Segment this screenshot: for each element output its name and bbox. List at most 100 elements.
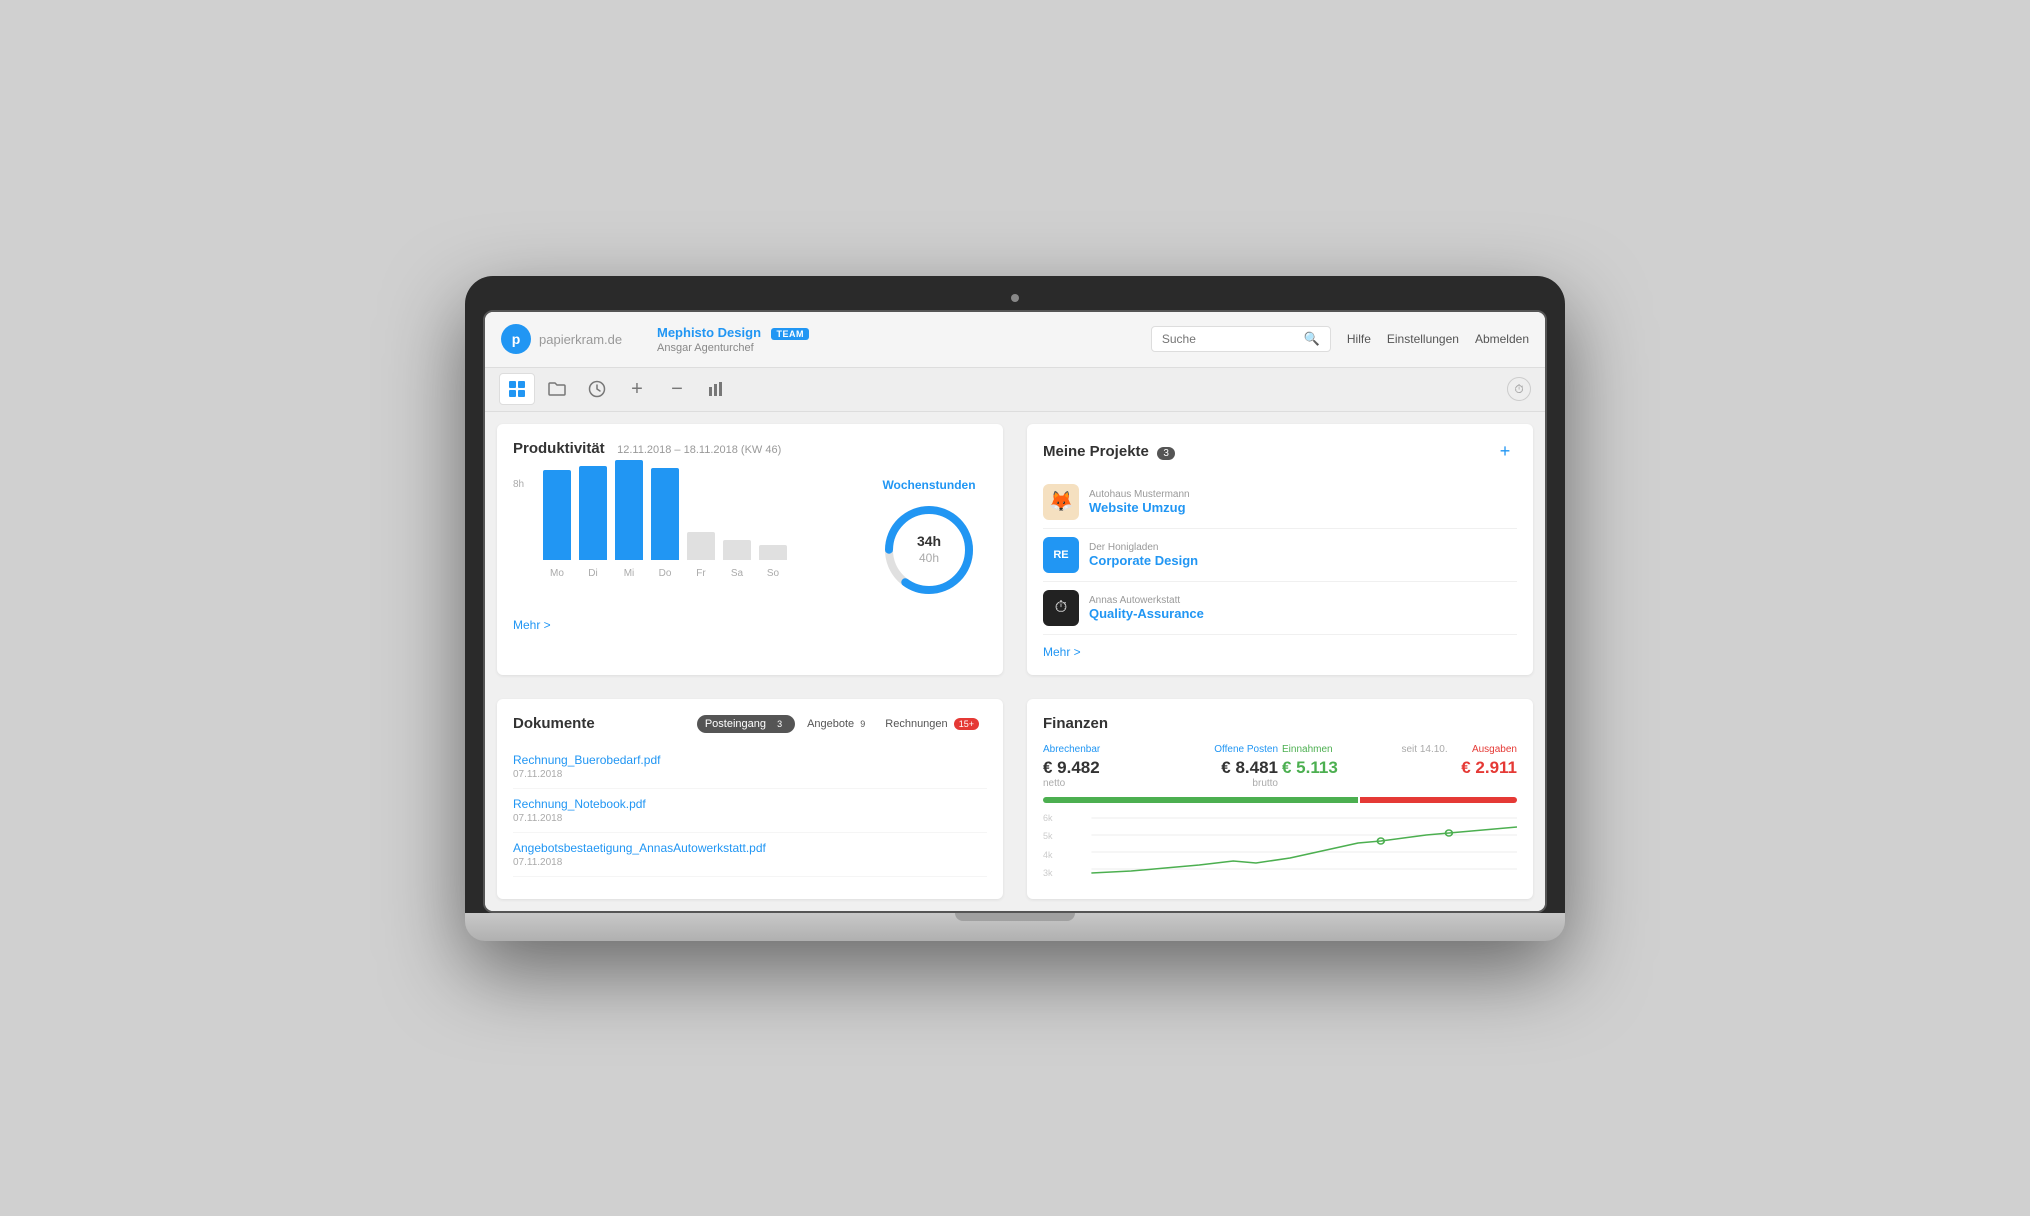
project-name-2[interactable]: Corporate Design bbox=[1089, 553, 1517, 568]
project-info-2: Der Honigladen Corporate Design bbox=[1089, 542, 1517, 568]
toolbar-folder-btn[interactable] bbox=[539, 373, 575, 405]
bar-mi-label: Mi bbox=[624, 568, 635, 579]
y-axis-label: 8h bbox=[513, 479, 524, 490]
donut-chart: 34h 40h bbox=[879, 500, 979, 600]
bar-mo-label: Mo bbox=[550, 568, 564, 579]
bar-mo-fill bbox=[543, 470, 571, 560]
bar-do: Do bbox=[651, 468, 679, 579]
doc-name-3[interactable]: Angebotsbestaetigung_AnnasAutowerkstatt.… bbox=[513, 841, 987, 855]
settings-link[interactable]: Einstellungen bbox=[1387, 332, 1459, 346]
sparkline-label-6k: 6k bbox=[1043, 813, 1053, 823]
project-item-2: RE Der Honigladen Corporate Design bbox=[1043, 529, 1517, 582]
project-info-3: Annas Autowerkstatt Quality-Assurance bbox=[1089, 595, 1517, 621]
bar-so-fill bbox=[759, 545, 787, 560]
sparkline-label-5k: 5k bbox=[1043, 831, 1053, 841]
bar-chart-container: 8h Mo Di bbox=[513, 479, 859, 599]
svg-text:40h: 40h bbox=[919, 551, 939, 565]
bar-fr-label: Fr bbox=[696, 568, 705, 579]
doc-date-3: 07.11.2018 bbox=[513, 857, 987, 868]
toolbar-minus-btn[interactable]: − bbox=[659, 373, 695, 405]
search-box[interactable]: 🔍 bbox=[1151, 326, 1331, 352]
finance-title: Finanzen bbox=[1043, 715, 1108, 732]
toolbar-clock-btn[interactable] bbox=[579, 373, 615, 405]
org-area: Mephisto Design TEAM Ansgar Agenturchef bbox=[657, 324, 1135, 354]
project-icon-1: 🦊 bbox=[1043, 484, 1079, 520]
finance-einnahmen-value: € 5.113 bbox=[1282, 758, 1398, 778]
bar-sa: Sa bbox=[723, 540, 751, 579]
app-header: p papierkram.de Mephisto Design TEAM Ans… bbox=[485, 312, 1545, 368]
bar-do-label: Do bbox=[659, 568, 672, 579]
documents-header: Dokumente Posteingang 3 Angebote 9 bbox=[513, 715, 987, 733]
logo-area: p papierkram.de bbox=[501, 324, 641, 354]
search-input[interactable] bbox=[1162, 332, 1298, 346]
bottom-row: Dokumente Posteingang 3 Angebote 9 bbox=[485, 687, 1545, 911]
screen: p papierkram.de Mephisto Design TEAM Ans… bbox=[483, 310, 1547, 913]
logo-text: papierkram.de bbox=[539, 332, 622, 347]
add-project-btn[interactable]: + bbox=[1493, 440, 1517, 464]
toolbar-history-btn[interactable]: ⏱ bbox=[1507, 377, 1531, 401]
doc-name-2[interactable]: Rechnung_Notebook.pdf bbox=[513, 797, 987, 811]
finance-offen-sub: brutto bbox=[1163, 778, 1279, 789]
bar-di-fill bbox=[579, 466, 607, 560]
finance-ausgaben-value: € 2.911 bbox=[1402, 758, 1518, 778]
projects-more-link[interactable]: Mehr > bbox=[1043, 645, 1517, 659]
toolbar-add-btn[interactable]: + bbox=[619, 373, 655, 405]
productivity-header: Produktivität 12.11.2018 – 18.11.2018 (K… bbox=[513, 440, 987, 458]
logout-link[interactable]: Abmelden bbox=[1475, 332, 1529, 346]
finance-offen-value: € 8.481 bbox=[1163, 758, 1279, 778]
wochenstunden-label: Wochenstunden bbox=[882, 478, 975, 492]
project-item-3: ⏱ Annas Autowerkstatt Quality-Assurance bbox=[1043, 582, 1517, 635]
finance-offen-label: Offene Posten bbox=[1163, 744, 1279, 755]
laptop-base bbox=[465, 913, 1565, 941]
tab-rechnungen[interactable]: Rechnungen 15+ bbox=[877, 715, 987, 733]
productivity-date: 12.11.2018 – 18.11.2018 (KW 46) bbox=[617, 444, 781, 456]
finance-abrechenbar: Abrechenbar € 9.482 netto bbox=[1043, 744, 1159, 789]
finance-abrechenbar-sub: netto bbox=[1043, 778, 1159, 789]
productivity-more-link[interactable]: Mehr > bbox=[513, 618, 987, 632]
projects-title: Meine Projekte bbox=[1043, 443, 1149, 460]
tab-angebote[interactable]: Angebote 9 bbox=[799, 715, 873, 733]
help-link[interactable]: Hilfe bbox=[1347, 332, 1371, 346]
bar-chart: 8h Mo Di bbox=[513, 479, 859, 599]
projects-section: Meine Projekte 3 + 🦊 Autohaus Mustermann… bbox=[1027, 424, 1533, 675]
finance-grid: Abrechenbar € 9.482 netto Offene Posten … bbox=[1043, 744, 1517, 789]
chart-area: 8h Mo Di bbox=[513, 470, 987, 608]
project-name-1[interactable]: Website Umzug bbox=[1089, 500, 1517, 515]
project-icon-2: RE bbox=[1043, 537, 1079, 573]
projects-count: 3 bbox=[1157, 447, 1175, 460]
finance-progress-bar bbox=[1043, 797, 1517, 803]
laptop-frame: p papierkram.de Mephisto Design TEAM Ans… bbox=[465, 276, 1565, 941]
tab-posteingang[interactable]: Posteingang 3 bbox=[697, 715, 795, 733]
project-name-3[interactable]: Quality-Assurance bbox=[1089, 606, 1517, 621]
bar-fr-fill bbox=[687, 532, 715, 560]
doc-item-3: Angebotsbestaetigung_AnnasAutowerkstatt.… bbox=[513, 833, 987, 877]
doc-item-2: Rechnung_Notebook.pdf 07.11.2018 bbox=[513, 789, 987, 833]
toolbar: + − ⏱ bbox=[485, 368, 1545, 412]
finance-abrechenbar-label: Abrechenbar bbox=[1043, 744, 1159, 755]
bar-sa-label: Sa bbox=[731, 568, 743, 579]
toolbar-chart-btn[interactable] bbox=[699, 373, 735, 405]
doc-list: Rechnung_Buerobedarf.pdf 07.11.2018 Rech… bbox=[513, 745, 987, 877]
tab-rechnungen-badge: 15+ bbox=[954, 718, 979, 730]
bar-di: Di bbox=[579, 466, 607, 579]
sparkline-svg bbox=[1043, 813, 1517, 883]
finance-red-bar bbox=[1360, 797, 1517, 803]
finance-offen: Offene Posten € 8.481 brutto bbox=[1163, 744, 1279, 789]
finance-green-bar bbox=[1043, 797, 1358, 803]
doc-name-1[interactable]: Rechnung_Buerobedarf.pdf bbox=[513, 753, 987, 767]
top-row: Produktivität 12.11.2018 – 18.11.2018 (K… bbox=[485, 412, 1545, 687]
toolbar-dashboard-btn[interactable] bbox=[499, 373, 535, 405]
finance-ausgaben: seit 14.10. Ausgaben € 2.911 bbox=[1402, 744, 1518, 789]
svg-text:34h: 34h bbox=[917, 533, 941, 549]
finance-abrechenbar-value: € 9.482 bbox=[1043, 758, 1159, 778]
productivity-section: Produktivität 12.11.2018 – 18.11.2018 (K… bbox=[497, 424, 1003, 675]
search-icon: 🔍 bbox=[1304, 331, 1320, 347]
bar-so-label: So bbox=[767, 568, 779, 579]
bar-mo: Mo bbox=[543, 470, 571, 579]
header-links: Hilfe Einstellungen Abmelden bbox=[1347, 332, 1529, 346]
projects-header: Meine Projekte 3 + bbox=[1043, 440, 1517, 464]
finance-ausgaben-label: Ausgaben bbox=[1472, 744, 1517, 755]
bar-mi-fill bbox=[615, 460, 643, 560]
documents-title: Dokumente bbox=[513, 715, 595, 732]
org-role: Ansgar Agenturchef bbox=[657, 342, 1135, 354]
